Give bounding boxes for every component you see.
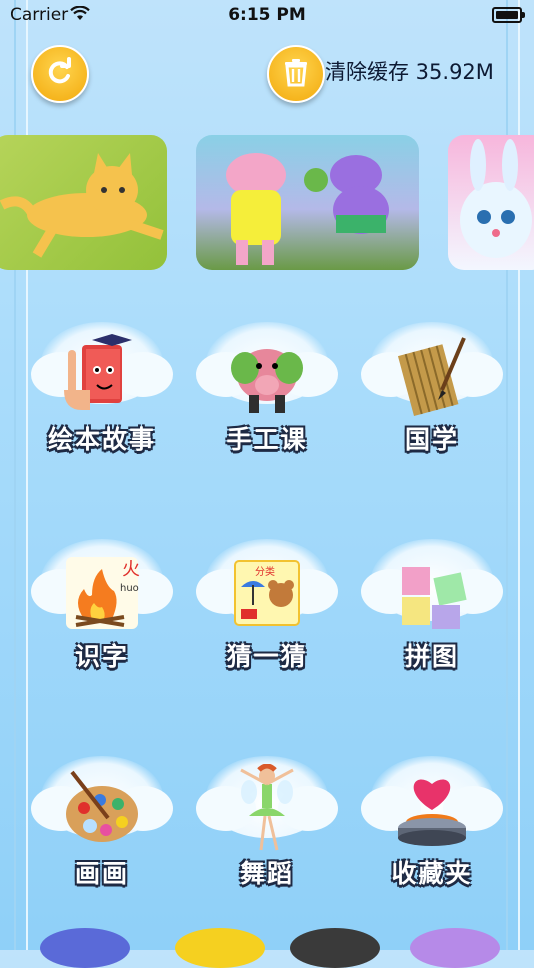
banner-bunny[interactable] bbox=[448, 135, 534, 270]
item-label: 绘本故事 bbox=[47, 425, 156, 454]
battery-icon bbox=[492, 7, 525, 23]
clay-elephant-icon bbox=[227, 330, 307, 420]
refresh-icon bbox=[45, 57, 75, 91]
menu-item-drawing[interactable]: 画画 bbox=[27, 756, 177, 936]
menu-item-literacy[interactable]: 火 huo 识字 bbox=[27, 539, 177, 719]
banner-cat[interactable] bbox=[0, 135, 167, 270]
item-label: 手工课 bbox=[226, 425, 308, 454]
status-bar: Carrier 6:15 PM bbox=[0, 0, 534, 30]
menu-item-favorites[interactable]: 收藏夹 bbox=[357, 756, 507, 936]
item-label: 拼图 bbox=[404, 642, 459, 671]
menu-item-dance[interactable]: 舞蹈 bbox=[192, 756, 342, 936]
bottom-decoration bbox=[0, 928, 534, 968]
card-title-text: 分类 bbox=[255, 565, 275, 578]
clear-cache-button[interactable] bbox=[267, 45, 325, 103]
menu-item-classics[interactable]: 国学 bbox=[357, 322, 507, 502]
menu-item-storybook[interactable]: 绘本故事 bbox=[27, 322, 177, 502]
item-label: 收藏夹 bbox=[391, 859, 473, 888]
fire-character-icon: 火 huo bbox=[62, 547, 142, 637]
item-label: 识字 bbox=[74, 642, 129, 671]
clock: 6:15 PM bbox=[228, 5, 306, 25]
menu-item-guess[interactable]: 分类 猜一猜 bbox=[192, 539, 342, 719]
menu-item-puzzle[interactable]: 拼图 bbox=[357, 539, 507, 719]
bamboo-scroll-icon bbox=[392, 330, 472, 420]
puzzle-icon bbox=[392, 547, 472, 637]
item-label: 画画 bbox=[74, 859, 129, 888]
fire-character-text: 火 bbox=[122, 559, 140, 580]
ballerina-icon bbox=[227, 764, 307, 854]
guess-cards-icon: 分类 bbox=[227, 547, 307, 637]
refresh-button[interactable] bbox=[31, 45, 89, 103]
paint-palette-icon bbox=[62, 764, 142, 854]
banner-hippos[interactable] bbox=[196, 135, 419, 270]
trash-icon bbox=[282, 57, 310, 91]
menu-item-handcraft[interactable]: 手工课 bbox=[192, 322, 342, 502]
item-label: 舞蹈 bbox=[239, 859, 294, 888]
clear-cache-label[interactable]: 清除缓存 35.92M bbox=[325, 56, 494, 86]
storybook-icon bbox=[62, 330, 142, 420]
fire-pinyin-text: huo bbox=[120, 583, 139, 594]
item-label: 猜一猜 bbox=[226, 642, 308, 671]
heart-box-icon bbox=[392, 764, 472, 854]
item-label: 国学 bbox=[404, 425, 459, 454]
